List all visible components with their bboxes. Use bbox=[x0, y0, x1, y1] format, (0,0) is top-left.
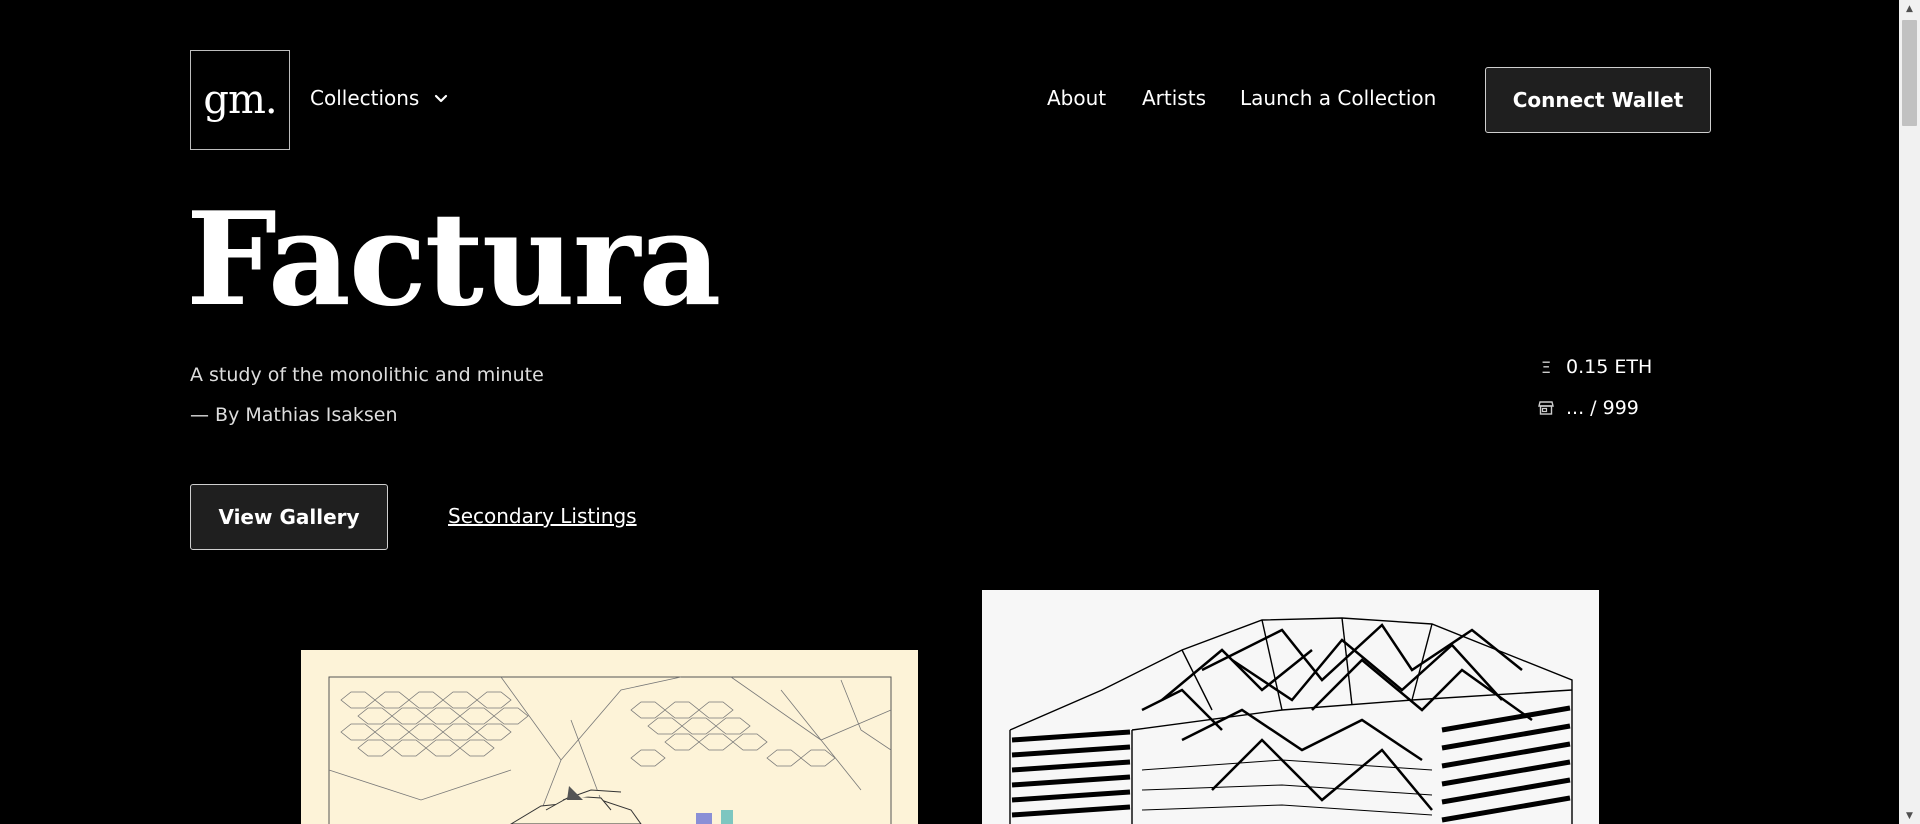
artwork-preview-hexagon[interactable] bbox=[301, 650, 918, 824]
scrollbar-thumb[interactable] bbox=[1902, 20, 1917, 126]
vertical-scrollbar[interactable]: ▲ ▼ bbox=[1899, 0, 1920, 824]
chevron-down-icon bbox=[433, 90, 449, 106]
nav-about-link[interactable]: About bbox=[1047, 86, 1106, 110]
logo-text: gm. bbox=[203, 77, 277, 123]
collections-dropdown[interactable]: Collections bbox=[310, 86, 449, 110]
artist-byline: — By Mathias Isaksen bbox=[190, 404, 398, 426]
scroll-down-arrow-icon[interactable]: ▼ bbox=[1899, 807, 1920, 824]
nav-artists-link[interactable]: Artists bbox=[1142, 86, 1206, 110]
logo[interactable]: gm. bbox=[190, 50, 290, 150]
collections-label: Collections bbox=[310, 86, 420, 110]
storefront-icon bbox=[1538, 399, 1554, 417]
nav-launch-collection-link[interactable]: Launch a Collection bbox=[1240, 86, 1436, 110]
supply-value: ... / 999 bbox=[1566, 397, 1639, 419]
price-value: 0.15 ETH bbox=[1566, 356, 1653, 378]
artwork-hexagon-image bbox=[301, 650, 918, 824]
view-gallery-button[interactable]: View Gallery bbox=[190, 484, 388, 550]
secondary-listings-link[interactable]: Secondary Listings bbox=[448, 504, 637, 528]
artwork-preview-monolith[interactable] bbox=[982, 590, 1599, 824]
artwork-monolith-image bbox=[982, 590, 1599, 824]
supply-stat: ... / 999 bbox=[1538, 395, 1652, 421]
page: gm. Collections About Artists Launch a C… bbox=[0, 0, 1899, 824]
collection-stats: Ξ 0.15 ETH ... / 999 bbox=[1538, 354, 1652, 436]
price-stat: Ξ 0.15 ETH bbox=[1538, 354, 1652, 380]
collection-title: Factura bbox=[186, 185, 721, 335]
scroll-up-arrow-icon[interactable]: ▲ bbox=[1899, 0, 1920, 17]
collection-subtitle: A study of the monolithic and minute bbox=[190, 364, 544, 386]
connect-wallet-button[interactable]: Connect Wallet bbox=[1485, 67, 1711, 133]
ethereum-icon: Ξ bbox=[1540, 357, 1552, 377]
